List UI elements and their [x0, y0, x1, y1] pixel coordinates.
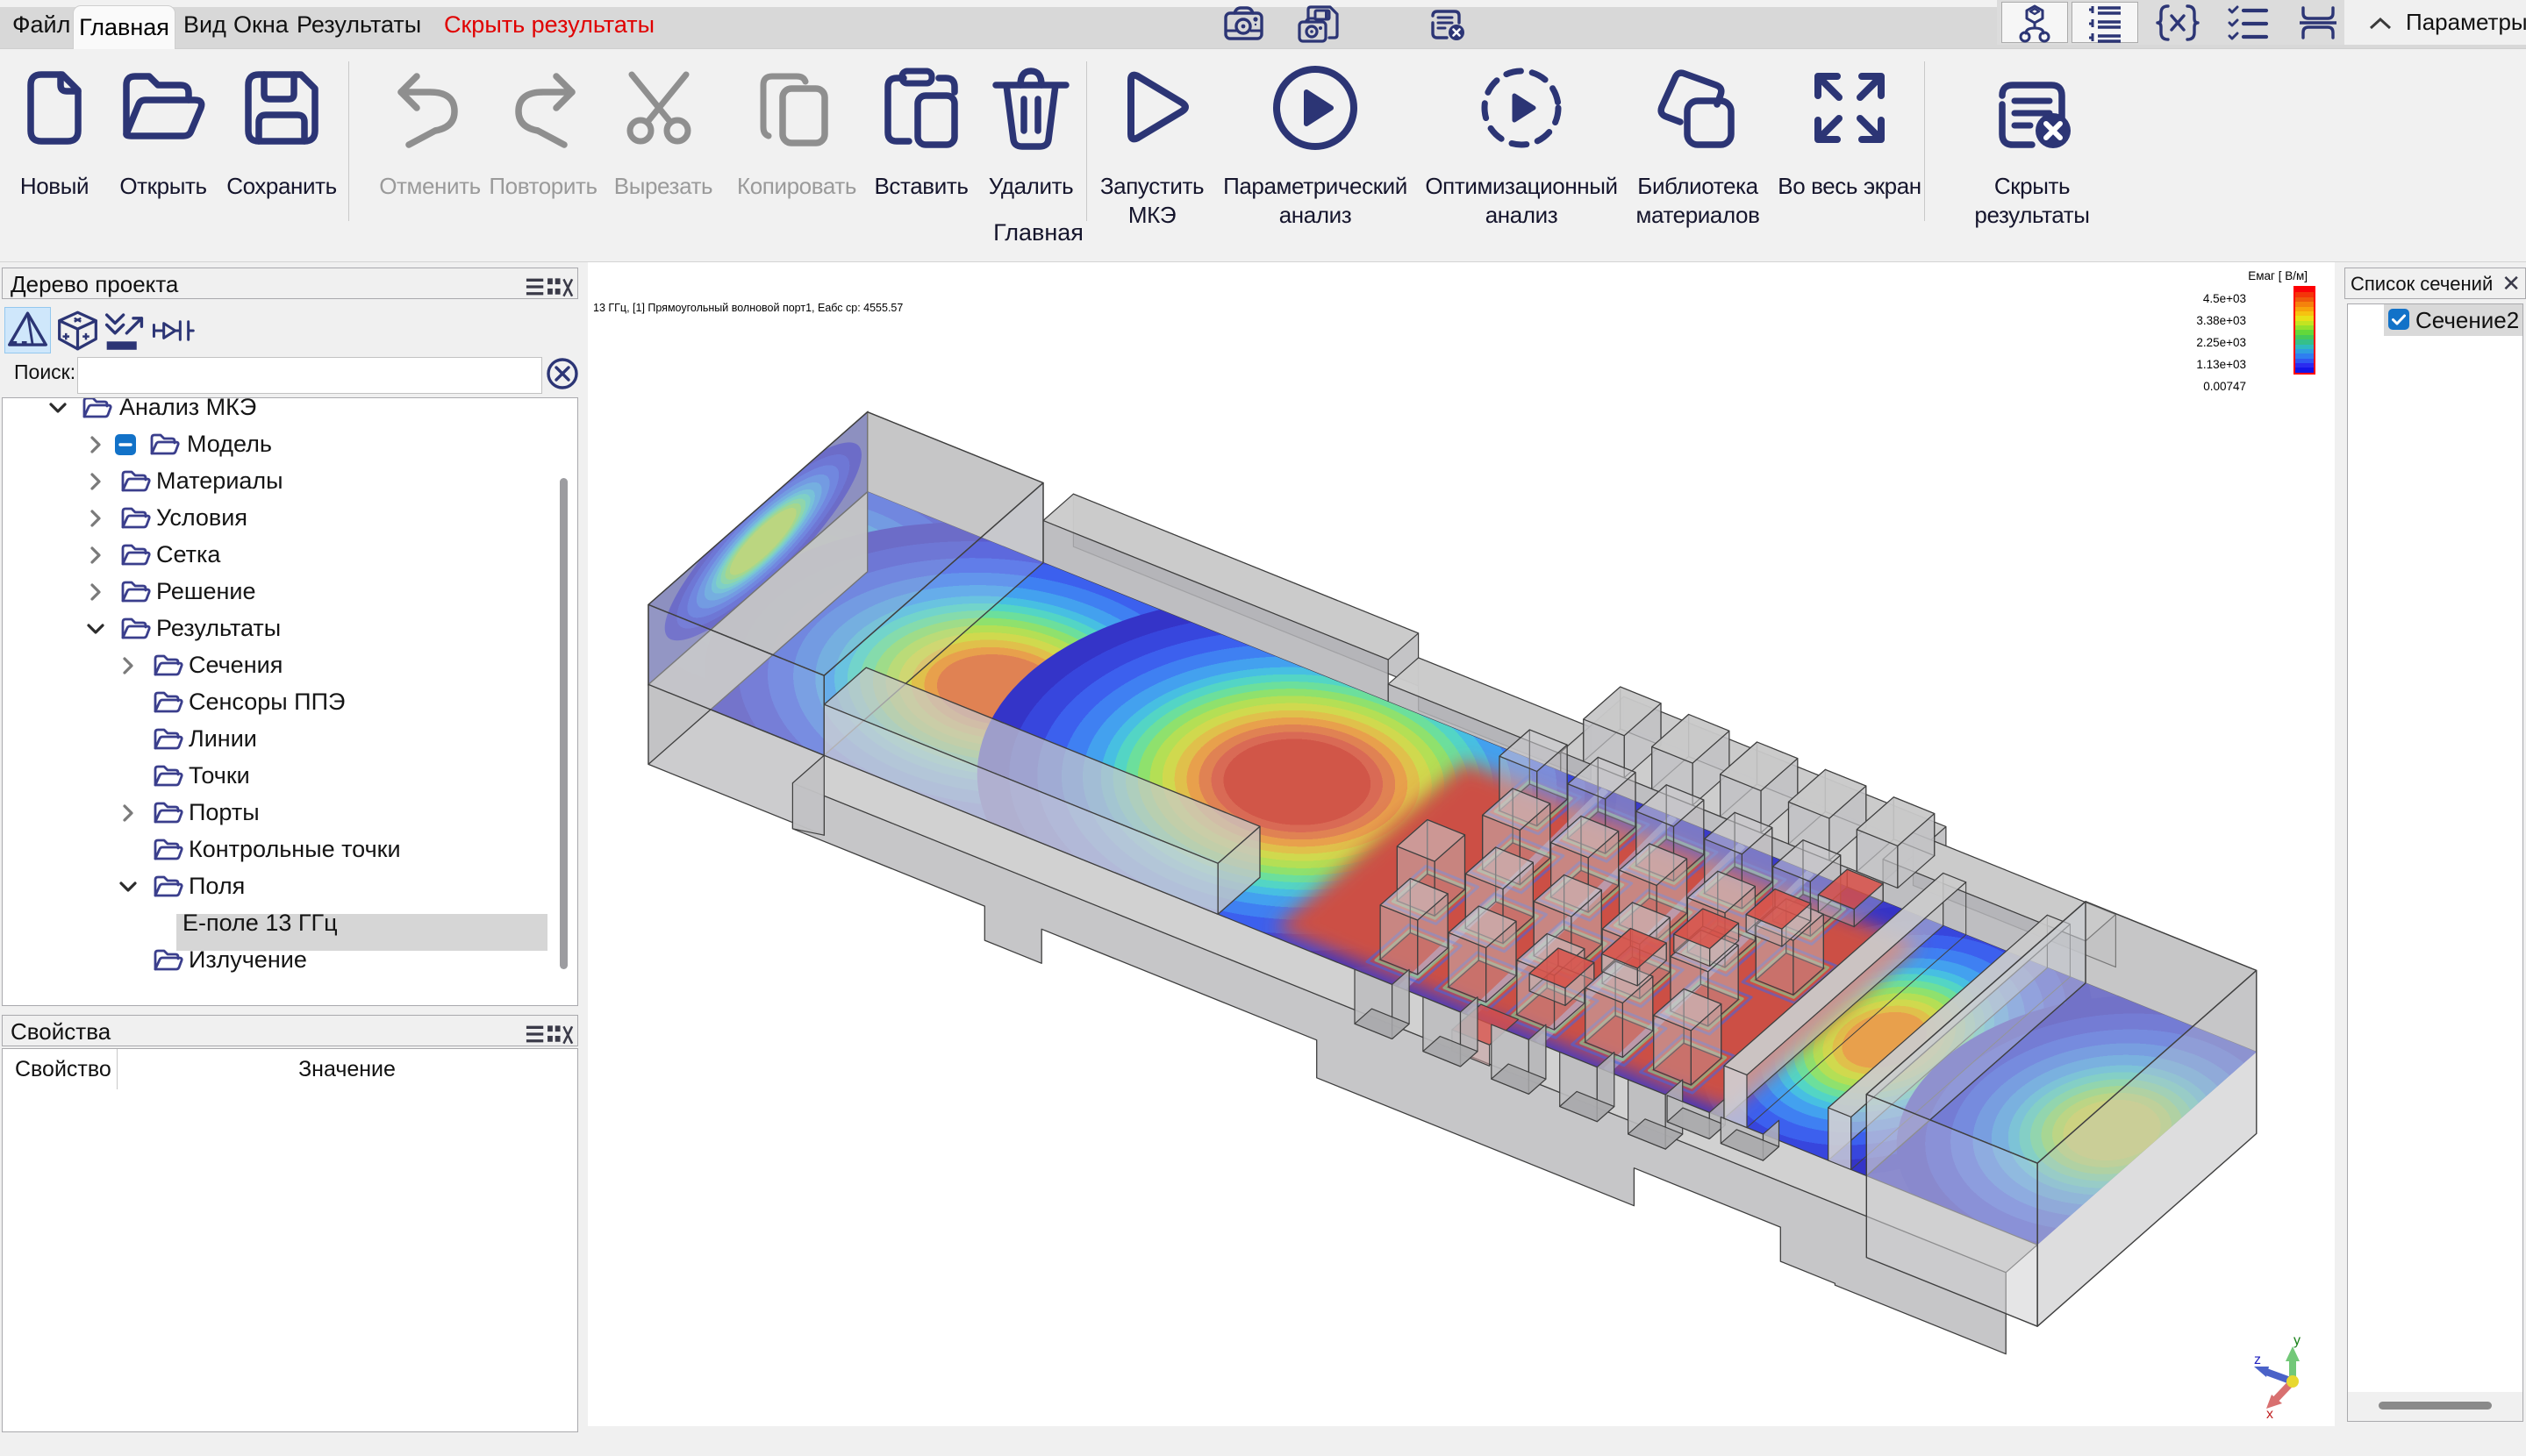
svg-text:z: z — [2254, 1353, 2261, 1367]
svg-text:y: y — [2293, 1333, 2301, 1348]
svg-text:x: x — [2266, 1407, 2273, 1422]
